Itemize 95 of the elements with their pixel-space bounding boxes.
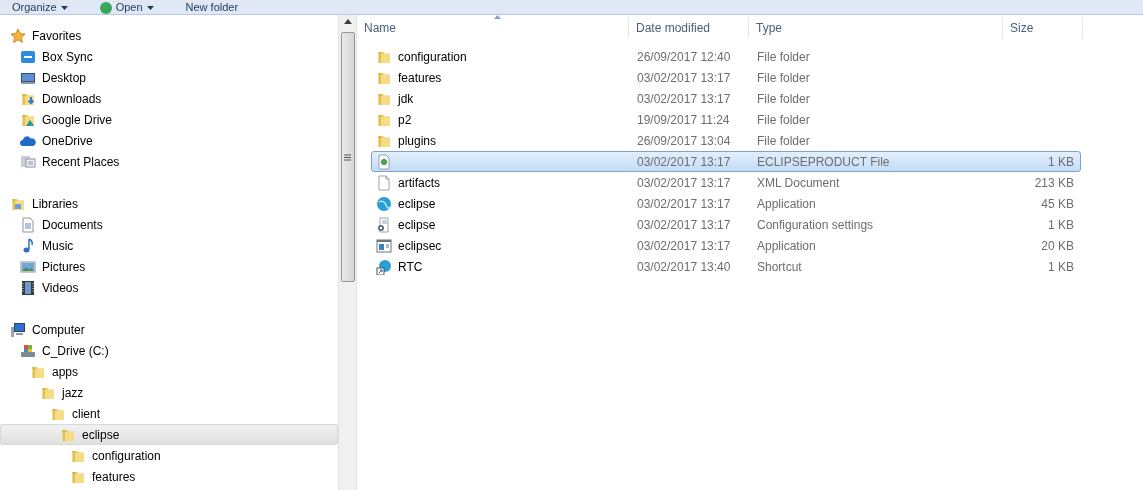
nav-item[interactable]: jazz — [0, 382, 338, 403]
scroll-up-icon[interactable] — [343, 19, 352, 24]
file-row[interactable]: eclipse 03/02/2017 13:17 Application 45 KB — [371, 193, 1081, 214]
file-size: 213 KB — [1034, 175, 1074, 190]
nav-item[interactable]: Favorites — [0, 25, 338, 46]
date-modified: 26/09/2017 12:40 — [637, 49, 731, 64]
nav-item[interactable]: C_Drive (C:) — [0, 340, 338, 361]
file-type: File folder — [757, 91, 810, 106]
file-name: RTC — [398, 258, 423, 276]
nav-item[interactable]: Recent Places — [0, 151, 338, 172]
nav-item[interactable]: eclipse — [0, 424, 338, 445]
file-row[interactable]: RTC 03/02/2017 13:40 Shortcut 1 KB — [371, 256, 1081, 277]
file-type: ECLIPSEPRODUCT File — [757, 154, 890, 169]
file-size: 1 KB — [1048, 217, 1074, 232]
file-type: File folder — [757, 112, 810, 127]
picture-icon — [20, 258, 36, 275]
nav-item[interactable]: features — [0, 466, 338, 487]
scrollbar[interactable] — [338, 15, 356, 490]
file-name: eclipsec — [398, 237, 442, 255]
date-modified: 03/02/2017 13:17 — [637, 70, 731, 85]
file-row[interactable]: 03/02/2017 13:17 ECLIPSEPRODUCT File 1 KB — [371, 151, 1081, 172]
window-icon — [376, 237, 392, 254]
file-size: 20 KB — [1041, 238, 1074, 253]
star-icon — [10, 27, 26, 44]
file-name: jdk — [398, 90, 414, 108]
nav-item[interactable]: Videos — [0, 277, 338, 298]
file-row[interactable]: p2 19/09/2017 11:24 File folder — [371, 109, 1081, 130]
file-type: Shortcut — [757, 259, 802, 274]
column-header[interactable]: Size — [1003, 17, 1083, 38]
file-type: XML Document — [757, 175, 840, 190]
file-name: artifacts — [398, 174, 440, 192]
file-name: p2 — [398, 111, 412, 129]
nav-item[interactable]: client — [0, 403, 338, 424]
file-type: Configuration settings — [757, 217, 874, 232]
nav-item[interactable]: Downloads — [0, 88, 338, 109]
blank-file-icon — [376, 174, 392, 191]
column-header[interactable]: Date modified — [629, 17, 749, 38]
film-strip-icon — [20, 279, 36, 296]
toolbar-button[interactable]: New folder — [181, 1, 243, 14]
file-name: plugins — [398, 132, 437, 150]
file-row[interactable]: eclipse 03/02/2017 13:17 Configuration settings 1 KB — [371, 214, 1081, 235]
globe-shortcut-icon — [376, 258, 392, 275]
recent-places-icon — [20, 153, 36, 170]
file-size: 45 KB — [1041, 196, 1074, 211]
nav-item[interactable]: Pictures — [0, 256, 338, 277]
file-type: File folder — [757, 49, 810, 64]
date-modified: 03/02/2017 13:17 — [637, 217, 731, 232]
column-header[interactable]: Type — [749, 17, 1003, 38]
toolbar-button[interactable]: Organize — [8, 1, 72, 14]
date-modified: 03/02/2017 13:17 — [637, 196, 731, 211]
file-type: File folder — [757, 133, 810, 148]
file-row[interactable]: features 03/02/2017 13:17 File folder — [371, 67, 1081, 88]
file-row[interactable]: artifacts 03/02/2017 13:17 XML Document 213 KB — [371, 172, 1081, 193]
sort-arrow-icon — [494, 15, 501, 19]
file-row[interactable]: configuration 26/09/2017 12:40 File folder — [371, 46, 1081, 67]
date-modified: 19/09/2017 11:24 — [637, 112, 730, 127]
nav-item[interactable]: apps — [0, 361, 338, 382]
file-type: File folder — [757, 70, 810, 85]
nav-item[interactable]: Google Drive — [0, 109, 338, 130]
file-size: 1 KB — [1048, 259, 1074, 274]
date-modified: 03/02/2017 13:17 — [637, 91, 731, 106]
hard-drive-icon — [20, 342, 36, 359]
nav-item[interactable]: OneDrive — [0, 130, 338, 151]
box-logo-icon — [20, 48, 36, 65]
document-icon — [20, 216, 36, 233]
nav-item[interactable]: Music — [0, 235, 338, 256]
nav-item[interactable]: configuration — [0, 445, 338, 466]
file-type: Application — [757, 238, 816, 253]
toolbar-button[interactable]: Open — [95, 1, 158, 14]
file-row[interactable]: eclipsec 03/02/2017 13:17 Application 20 KB — [371, 235, 1081, 256]
column-header[interactable]: Name — [357, 17, 629, 38]
file-name: features — [398, 69, 442, 87]
file-name: eclipse — [398, 195, 436, 213]
date-modified: 26/09/2017 13:04 — [637, 133, 731, 148]
nav-item[interactable]: Box Sync — [0, 46, 338, 67]
nav-item[interactable]: Computer — [0, 319, 338, 340]
file-name: configuration — [398, 48, 467, 66]
app-icon — [99, 1, 112, 14]
nav-item[interactable]: Documents — [0, 214, 338, 235]
file-size: 1 KB — [1048, 154, 1074, 169]
computer-icon — [10, 321, 26, 338]
scroll-thumb[interactable] — [340, 32, 355, 282]
date-modified: 03/02/2017 13:17 — [637, 175, 731, 190]
file-type: Application — [757, 196, 816, 211]
date-modified: 03/02/2017 13:17 — [637, 238, 731, 253]
settings-file-icon — [376, 216, 392, 233]
globe-icon — [376, 195, 392, 212]
file-row[interactable]: jdk 03/02/2017 13:17 File folder — [371, 88, 1081, 109]
file-name: eclipse — [398, 216, 436, 234]
nav-item[interactable]: Libraries — [0, 193, 338, 214]
nav-item[interactable]: Desktop — [0, 67, 338, 88]
date-modified: 03/02/2017 13:17 — [637, 154, 731, 169]
grip-icon — [344, 153, 351, 161]
file-row[interactable]: plugins 26/09/2017 13:04 File folder — [371, 130, 1081, 151]
date-modified: 03/02/2017 13:40 — [637, 259, 731, 274]
